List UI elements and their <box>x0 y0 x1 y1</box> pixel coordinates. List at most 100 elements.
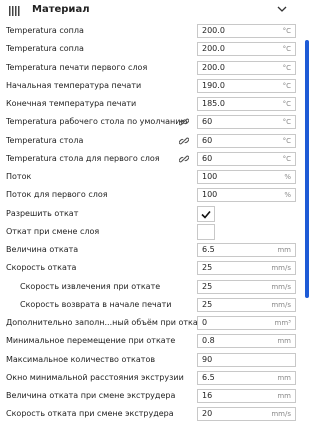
setting-value-field[interactable]: 16 mm <box>197 389 296 403</box>
setting-label: Дополнительно заполн...ный объём при отк… <box>6 318 208 327</box>
setting-unit: mm³ <box>274 319 291 327</box>
setting-checkbox[interactable] <box>197 205 215 222</box>
setting-value-field[interactable]: 100% <box>197 188 296 203</box>
setting-unit: mm/s <box>271 282 291 291</box>
setting-value: 25 <box>202 281 213 291</box>
setting-value: 100 <box>202 172 218 181</box>
setting-unit: mm/s <box>271 300 291 309</box>
chevron-down-icon[interactable] <box>277 5 287 13</box>
setting-label: Конечная температура печати <box>6 99 137 108</box>
scrollbar[interactable] <box>305 40 309 298</box>
setting-label: Temperatura рабочего стола по умолчанию <box>6 117 188 127</box>
setting-row: Начальная температура печати 190.0 °C <box>0 77 300 95</box>
setting-value: 25 <box>202 263 213 273</box>
setting-label: Величина отката при смене экструдера <box>6 391 176 400</box>
setting-unit: mm/s <box>271 264 291 273</box>
setting-unit: mm <box>277 373 291 382</box>
setting-row: Поток 100% <box>0 168 300 186</box>
setting-unit: °C <box>282 100 291 108</box>
setting-value-field[interactable]: 6.5 mm <box>197 370 296 385</box>
setting-row: Temperatura печати первого слоя 200.0 °C <box>0 59 300 77</box>
setting-row: Максимальное количество откатов 90 <box>0 351 300 369</box>
setting-value: 0.8 <box>202 336 215 346</box>
setting-value-field[interactable]: 60 °C <box>197 133 296 148</box>
setting-value: 0 <box>202 318 208 327</box>
link-icon[interactable] <box>179 154 189 164</box>
setting-unit: °C <box>282 27 291 35</box>
link-icon[interactable] <box>179 117 189 127</box>
setting-value-field[interactable]: 6.5 mm <box>197 243 296 257</box>
setting-value-field[interactable]: 200.0 °C <box>197 42 296 57</box>
setting-value: 185.0 <box>202 99 225 108</box>
setting-value-field[interactable]: 0 mm³ <box>197 316 296 330</box>
material-section-header[interactable]: Материал <box>0 0 314 22</box>
checkmark-icon <box>201 210 211 219</box>
setting-label: Поток для первого слоя <box>6 190 108 200</box>
setting-label: Величина отката <box>6 245 79 254</box>
setting-row: Temperatura сопла 200.0 °C <box>0 40 300 58</box>
setting-value: 6.5 <box>202 372 215 382</box>
setting-row: Разрешить откат <box>0 205 300 223</box>
setting-value: 200.0 <box>202 44 225 54</box>
setting-value: 20 <box>202 409 213 419</box>
setting-value: 60 <box>202 135 213 145</box>
setting-row: Temperatura стола для первого слоя 60 °C <box>0 150 300 168</box>
setting-label: Скорость отката <box>6 263 77 273</box>
setting-value-field[interactable]: 90 <box>197 352 296 367</box>
setting-label: Скорость отката при смене экструдера <box>6 409 174 419</box>
setting-row: Минимальное перемещение при откате 0.8 mm <box>0 332 300 350</box>
setting-unit: °C <box>282 81 291 90</box>
setting-row: Величина отката при смене экструдера 16 mm <box>0 387 300 405</box>
setting-value: 90 <box>202 354 213 364</box>
setting-row: Скорость отката при смене экструдера 20 mm… <box>0 405 300 423</box>
setting-value-field[interactable]: 200.0 °C <box>197 60 296 75</box>
setting-label: Скорость извлечения при откате <box>20 281 161 291</box>
setting-row: Откат при смене слоя <box>0 223 300 241</box>
setting-label: Разрешить откат <box>6 208 79 218</box>
setting-value-field[interactable]: 60 °C <box>197 115 296 130</box>
setting-row: Величина отката 6.5 mm <box>0 241 300 259</box>
setting-checkbox[interactable] <box>197 223 215 240</box>
setting-value-field[interactable]: 20 mm/s <box>197 407 296 422</box>
setting-value-field[interactable]: 60 °C <box>197 151 296 166</box>
setting-value: 200.0 <box>202 62 225 72</box>
setting-value: 16 <box>202 391 213 400</box>
link-icon[interactable] <box>179 136 189 146</box>
setting-row: Скорость отката 25 mm/s <box>0 259 300 277</box>
setting-label: Откат при смене слоя <box>6 226 100 236</box>
setting-value: 60 <box>202 153 213 163</box>
setting-label: Поток <box>6 172 32 181</box>
setting-label: Temperatura сопла <box>6 44 84 54</box>
setting-unit: °C <box>282 63 291 72</box>
settings-list: Temperatura сопла 200.0 °C Temperatura сопл… <box>0 22 300 424</box>
setting-unit: mm <box>277 246 291 254</box>
material-bars-icon <box>9 6 20 16</box>
setting-value-field[interactable]: 185.0 °C <box>197 97 296 111</box>
setting-row: Поток для первого слоя 100% <box>0 186 300 204</box>
setting-value-field[interactable]: 25 mm/s <box>197 297 296 312</box>
setting-unit: mm <box>277 392 291 400</box>
setting-value: 190.0 <box>202 80 225 90</box>
setting-row: Скорость извлечения при откате 25 mm/s <box>0 278 300 296</box>
setting-label: Минимальное перемещение при откате <box>6 336 176 346</box>
setting-unit: °C <box>282 154 291 163</box>
setting-value-field[interactable]: 0.8 mm <box>197 334 296 349</box>
setting-value: 6.5 <box>202 245 215 254</box>
setting-value-field[interactable]: 190.0 °C <box>197 78 296 93</box>
setting-value-field[interactable]: 100% <box>197 170 296 184</box>
setting-value-field[interactable]: 25 mm/s <box>197 261 296 276</box>
setting-value-field[interactable]: 200.0 °C <box>197 24 296 38</box>
setting-label: Начальная температура печати <box>6 80 142 90</box>
section-title: Материал <box>32 4 90 15</box>
setting-unit: °C <box>282 45 291 54</box>
setting-value-field[interactable]: 25 mm/s <box>197 279 296 294</box>
setting-label: Temperatura сопла <box>6 26 84 35</box>
setting-row: Конечная температура печати 185.0 °C <box>0 95 300 113</box>
setting-unit: mm/s <box>271 410 291 419</box>
setting-label: Temperatura стола <box>6 135 84 145</box>
setting-unit: mm <box>277 337 291 346</box>
setting-value: 200.0 <box>202 26 225 35</box>
setting-unit: % <box>284 173 291 181</box>
setting-row: Окно минимальной расстояния экструзии 6.5… <box>0 369 300 387</box>
setting-label: Скорость возврата в начале печати <box>20 299 172 309</box>
